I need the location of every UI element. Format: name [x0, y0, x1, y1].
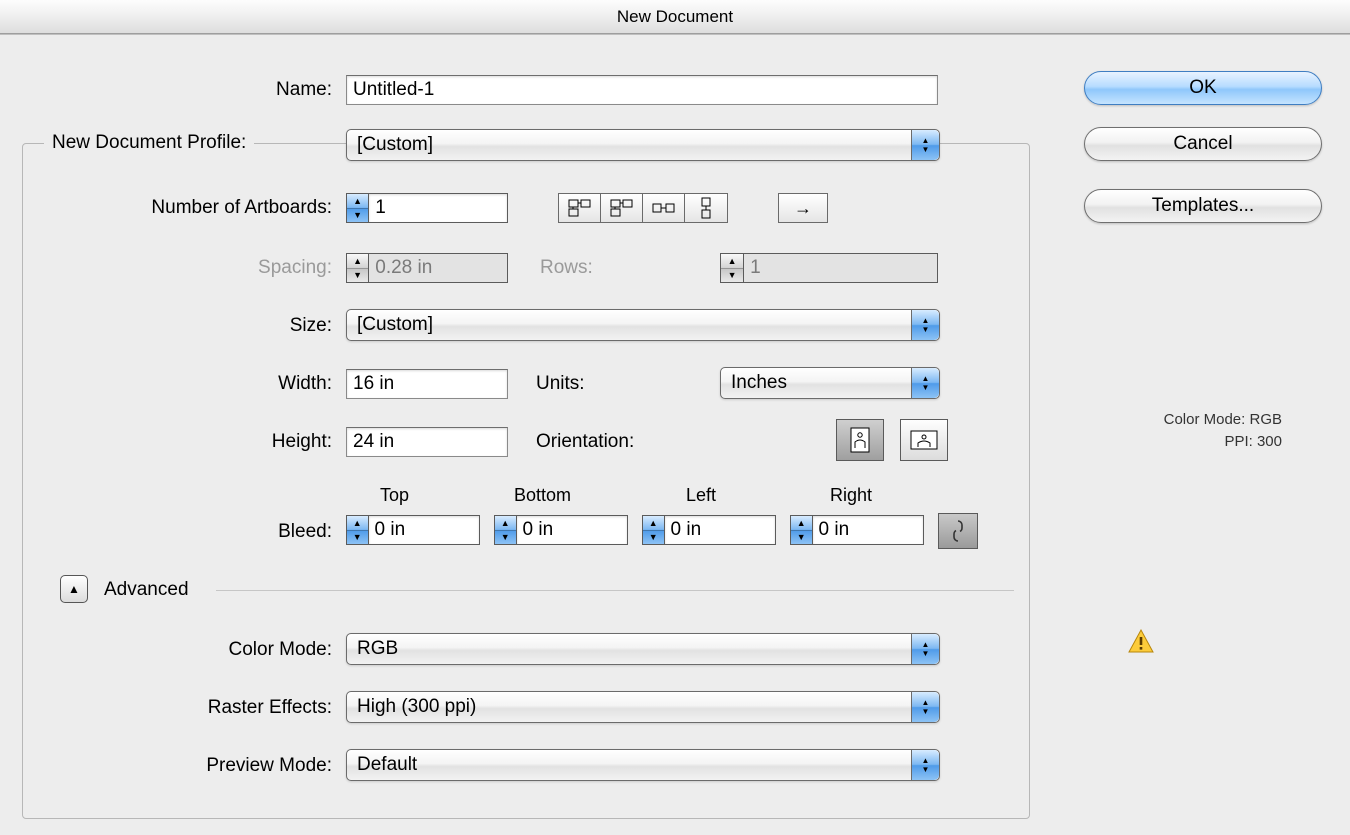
stepper-arrows-icon: ▲▼ — [721, 254, 744, 282]
cancel-button[interactable]: Cancel — [1084, 127, 1322, 161]
width-label: Width: — [0, 373, 332, 395]
stepper-arrows-icon[interactable]: ▲▼ — [791, 516, 813, 544]
bleed-bottom-header: Bottom — [514, 485, 571, 506]
link-icon — [951, 520, 965, 542]
artboard-layout-segment[interactable] — [558, 193, 728, 223]
ok-button[interactable]: OK — [1084, 71, 1322, 105]
advanced-divider — [216, 590, 1014, 591]
window-titlebar: New Document — [0, 0, 1350, 34]
stepper-arrows-icon[interactable]: ▲▼ — [495, 516, 517, 544]
dropdown-arrows-icon: ▲▼ — [911, 368, 939, 398]
raster-effects-dropdown[interactable]: High (300 ppi) ▲▼ — [346, 691, 940, 723]
bleed-top-header: Top — [380, 485, 409, 506]
artboard-direction-button[interactable]: → — [778, 193, 828, 223]
bleed-left-header: Left — [686, 485, 716, 506]
artboards-stepper[interactable]: ▲▼ — [346, 193, 508, 223]
triangle-up-icon: ▲ — [68, 582, 80, 596]
stepper-arrows-icon[interactable]: ▲▼ — [347, 194, 369, 222]
info-ppi-label: PPI: — [1224, 433, 1252, 450]
raster-effects-label: Raster Effects: — [0, 697, 332, 719]
size-dropdown[interactable]: [Custom] ▲▼ — [346, 309, 940, 341]
name-label: Name: — [0, 79, 332, 101]
profile-label: New Document Profile: — [44, 132, 254, 154]
width-input[interactable] — [346, 369, 508, 399]
spacing-stepper: ▲▼ — [346, 253, 508, 283]
arrow-right-icon: → — [794, 198, 812, 219]
units-value: Inches — [731, 372, 787, 394]
rows-input — [744, 254, 937, 282]
window-title: New Document — [617, 7, 733, 26]
bleed-label: Bleed: — [0, 521, 332, 543]
artboards-input[interactable] — [369, 194, 507, 222]
advanced-label: Advanced — [104, 579, 189, 601]
info-color-mode-value: RGB — [1249, 411, 1282, 428]
spacing-input — [369, 254, 507, 282]
bleed-top-input[interactable] — [369, 516, 479, 544]
profile-value: [Custom] — [357, 134, 433, 156]
landscape-icon — [909, 429, 939, 451]
bleed-right-input[interactable] — [813, 516, 923, 544]
preview-mode-dropdown[interactable]: Default ▲▼ — [346, 749, 940, 781]
ok-button-label: OK — [1189, 77, 1216, 99]
size-label: Size: — [0, 315, 332, 337]
bleed-bottom-stepper[interactable]: ▲▼ — [494, 515, 628, 545]
stepper-arrows-icon: ▲▼ — [347, 254, 369, 282]
dropdown-arrows-icon: ▲▼ — [911, 634, 939, 664]
size-value: [Custom] — [357, 314, 433, 336]
bleed-link-button[interactable] — [938, 513, 978, 549]
raster-effects-value: High (300 ppi) — [357, 696, 476, 718]
cancel-button-label: Cancel — [1173, 133, 1232, 155]
bleed-right-header: Right — [830, 485, 872, 506]
bleed-left-stepper[interactable]: ▲▼ — [642, 515, 776, 545]
units-label: Units: — [536, 373, 606, 395]
preview-mode-label: Preview Mode: — [0, 755, 332, 777]
dropdown-arrows-icon: ▲▼ — [911, 310, 939, 340]
orientation-landscape-button[interactable] — [900, 419, 948, 461]
profile-dropdown[interactable]: [Custom] ▲▼ — [346, 129, 940, 161]
warning-icon — [1128, 629, 1154, 653]
portrait-icon — [849, 426, 871, 454]
height-label: Height: — [0, 431, 332, 453]
dropdown-arrows-icon: ▲▼ — [911, 750, 939, 780]
grid-by-row-icon[interactable] — [559, 194, 601, 222]
grid-by-column-icon[interactable] — [601, 194, 643, 222]
color-mode-label: Color Mode: — [0, 639, 332, 661]
templates-button-label: Templates... — [1152, 195, 1254, 217]
info-color-mode-label: Color Mode: — [1164, 411, 1246, 428]
rows-label: Rows: — [540, 257, 620, 279]
bleed-left-input[interactable] — [665, 516, 775, 544]
color-mode-value: RGB — [357, 638, 398, 660]
stepper-arrows-icon[interactable]: ▲▼ — [347, 516, 369, 544]
preview-mode-value: Default — [357, 754, 417, 776]
name-input[interactable] — [346, 75, 938, 105]
height-input[interactable] — [346, 427, 508, 457]
bleed-top-stepper[interactable]: ▲▼ — [346, 515, 480, 545]
templates-button[interactable]: Templates... — [1084, 189, 1322, 223]
orientation-portrait-button[interactable] — [836, 419, 884, 461]
advanced-disclosure[interactable]: ▲ — [60, 575, 88, 603]
orientation-label: Orientation: — [536, 431, 676, 453]
summary-info: Color Mode: RGB PPI: 300 — [1072, 409, 1282, 453]
stepper-arrows-icon[interactable]: ▲▼ — [643, 516, 665, 544]
color-mode-dropdown[interactable]: RGB ▲▼ — [346, 633, 940, 665]
artboards-label: Number of Artboards: — [0, 197, 332, 219]
info-ppi-value: 300 — [1257, 433, 1282, 450]
spacing-label: Spacing: — [0, 257, 332, 279]
bleed-right-stepper[interactable]: ▲▼ — [790, 515, 924, 545]
column-layout-icon[interactable] — [685, 194, 727, 222]
dropdown-arrows-icon: ▲▼ — [911, 692, 939, 722]
units-dropdown[interactable]: Inches ▲▼ — [720, 367, 940, 399]
rows-stepper: ▲▼ — [720, 253, 938, 283]
dropdown-arrows-icon: ▲▼ — [911, 130, 939, 160]
row-layout-icon[interactable] — [643, 194, 685, 222]
bleed-bottom-input[interactable] — [517, 516, 627, 544]
